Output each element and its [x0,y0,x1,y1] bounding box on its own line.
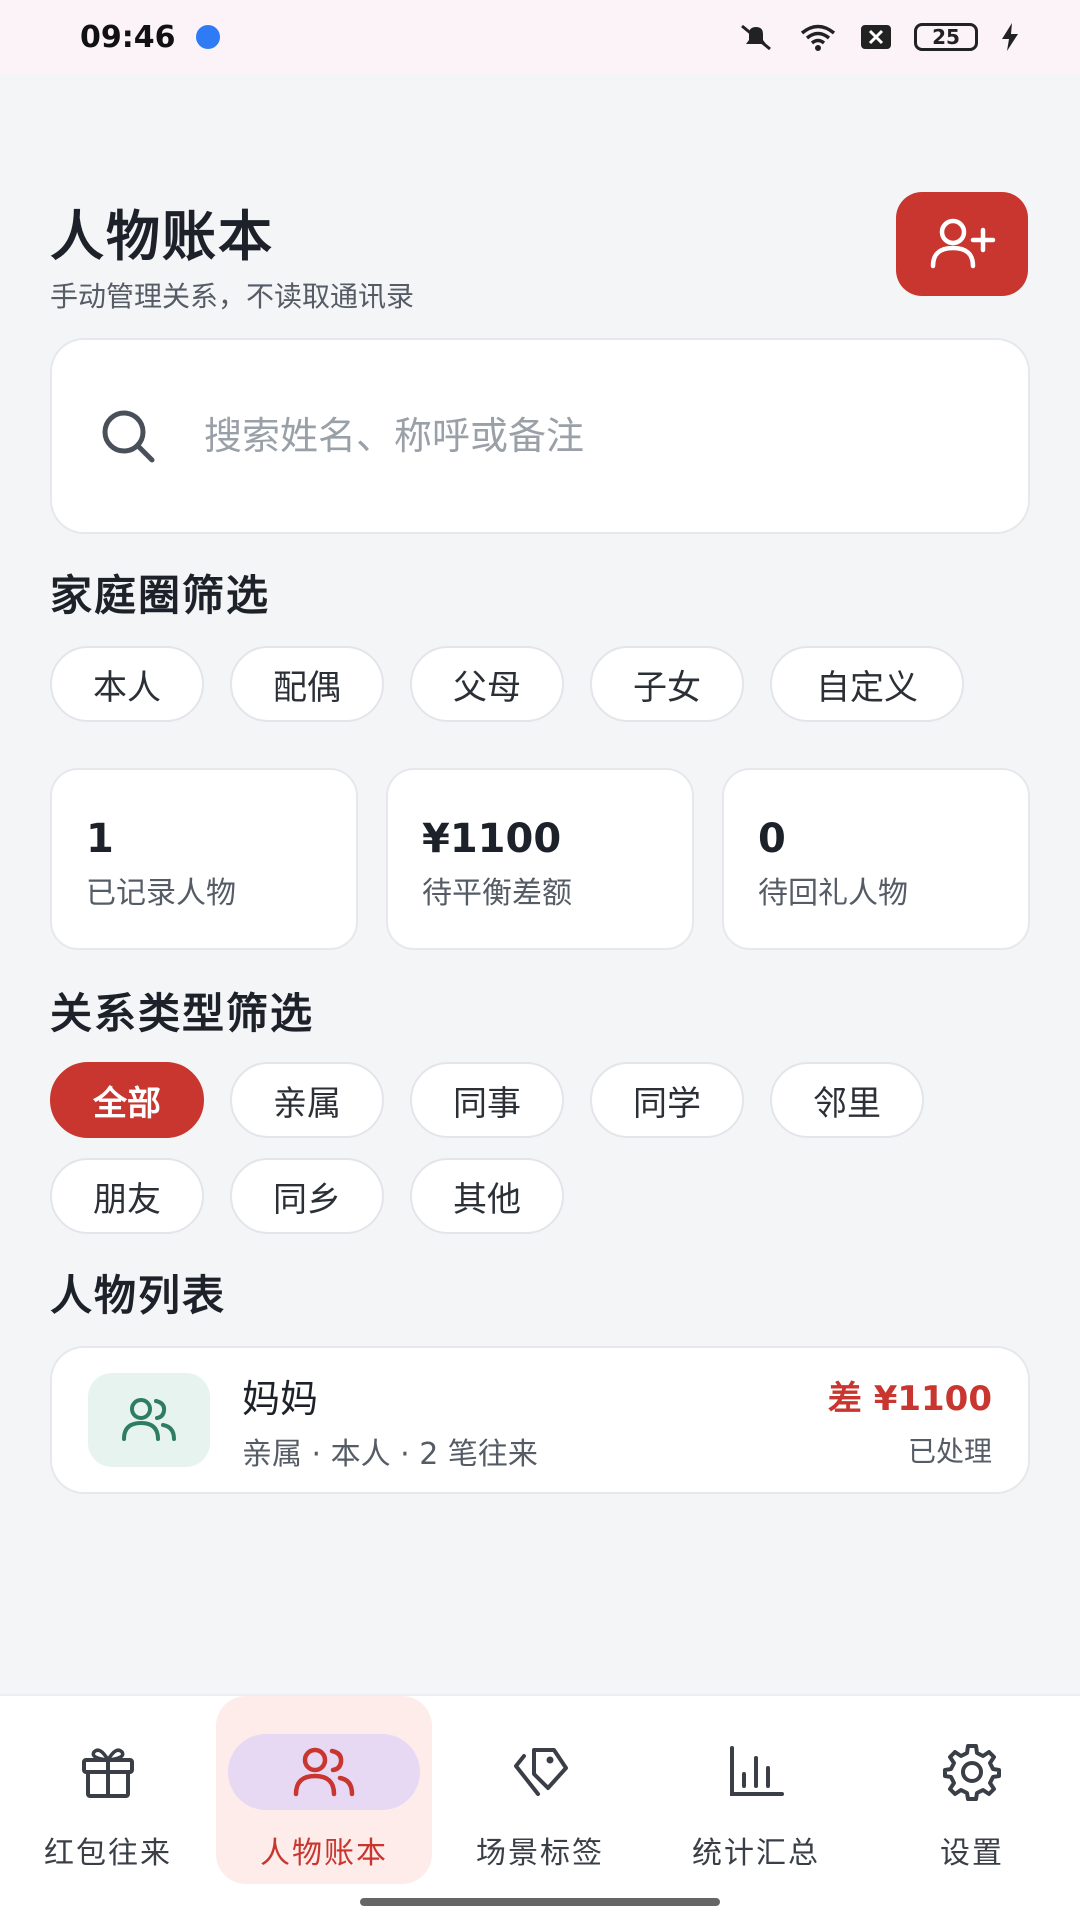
nav-item-scene-tags[interactable]: 场景标签 [432,1696,648,1886]
person-list-item[interactable]: 妈妈 亲属 · 本人 · 2 笔往来 差 ¥1100 已处理 [50,1346,1030,1494]
person-name: 妈妈 [242,1376,319,1421]
relation-chip-other[interactable]: 其他 [410,1158,564,1234]
home-indicator[interactable] [360,1898,720,1906]
gear-icon [943,1744,1001,1801]
battery-indicator: 25 [914,23,978,51]
nav-item-statistics[interactable]: 统计汇总 [648,1696,864,1886]
nav-label: 人物账本 [260,1836,388,1871]
family-chip-custom[interactable]: 自定义 [770,646,964,722]
stat-card-balance: ¥1100 待平衡差额 [386,768,694,950]
relation-chip-colleagues[interactable]: 同事 [410,1062,564,1138]
stat-label: 待平衡差额 [422,876,572,911]
person-diff-amount: 差 ¥1100 [827,1378,992,1419]
stat-label: 待回礼人物 [758,876,908,911]
family-filter-chips: 本人 配偶 父母 子女 自定义 [50,646,964,722]
avatar [88,1373,210,1467]
person-balance: 差 ¥1100 已处理 [828,1371,992,1470]
nav-label: 设置 [940,1836,1004,1871]
page-title: 人物账本 [50,205,274,268]
relation-filter-title: 关系类型筛选 [50,989,315,1038]
search-icon [96,404,160,468]
relation-chip-hometown[interactable]: 同乡 [230,1158,384,1234]
person-meta: 亲属 · 本人 · 2 笔往来 [242,1436,538,1472]
family-chip-children[interactable]: 子女 [590,646,744,722]
nav-label: 统计汇总 [692,1836,820,1871]
person-info: 妈妈 亲属 · 本人 · 2 笔往来 [242,1368,828,1473]
family-chip-spouse[interactable]: 配偶 [230,646,384,722]
family-chip-self[interactable]: 本人 [50,646,204,722]
relation-filter-chips-row2: 朋友 同乡 其他 [50,1158,564,1234]
nav-label: 场景标签 [476,1836,604,1871]
stats-row: 1 已记录人物 ¥1100 待平衡差额 0 待回礼人物 [50,768,1030,950]
add-person-button[interactable] [896,192,1028,296]
family-chip-parents[interactable]: 父母 [410,646,564,722]
nav-item-settings[interactable]: 设置 [864,1696,1080,1886]
status-bar: 09:46 25 [0,0,1080,74]
nav-label: 红包往来 [44,1836,172,1871]
relation-chip-classmates[interactable]: 同学 [590,1062,744,1138]
bar-chart-icon [730,1746,784,1796]
app-notification-icon [195,25,220,49]
search-input[interactable] [204,414,984,458]
stat-value: 1 [86,816,114,862]
stat-value: 0 [758,816,786,862]
gift-icon [82,1748,134,1798]
charging-icon [1002,23,1018,51]
nav-icon-container [876,1734,1068,1810]
nav-icon-container [660,1734,852,1810]
relation-chip-all[interactable]: 全部 [50,1062,204,1138]
status-time-group: 09:46 [80,20,220,55]
person-status: 已处理 [907,1434,992,1468]
users-icon [122,1398,176,1441]
nav-icon-container [228,1734,420,1810]
relation-chip-neighbors[interactable]: 邻里 [770,1062,924,1138]
stat-label: 已记录人物 [86,876,236,911]
relation-chip-relatives[interactable]: 亲属 [230,1062,384,1138]
page-header: 人物账本 手动管理关系，不读取通讯录 [50,192,1030,313]
bottom-nav: 红包往来 人物账本 场景标签 统计汇总 设置 [0,1694,1080,1920]
people-list-title: 人物列表 [50,1271,227,1320]
sim-x-icon [861,25,891,49]
nav-icon-container [12,1734,204,1810]
relation-chip-friends[interactable]: 朋友 [50,1158,204,1234]
tags-icon [514,1748,568,1796]
relation-filter-chips-row1: 全部 亲属 同事 同学 邻里 [50,1062,924,1138]
user-plus-icon [930,218,996,269]
nav-item-red-envelopes[interactable]: 红包往来 [0,1696,216,1886]
wifi-icon [800,24,836,51]
search-box[interactable] [50,338,1030,534]
page-subtitle: 手动管理关系，不读取通讯录 [50,280,415,313]
stat-value: ¥1100 [422,816,562,862]
mute-icon [741,24,771,51]
nav-icon-container [444,1734,636,1810]
stat-card-pending: 0 待回礼人物 [722,768,1030,950]
stat-card-recorded: 1 已记录人物 [50,768,358,950]
status-time: 09:46 [80,19,176,55]
status-icons: 25 [736,22,1020,52]
family-filter-title: 家庭圈筛选 [50,571,271,620]
nav-item-people-ledger[interactable]: 人物账本 [216,1696,432,1886]
users-icon [293,1747,355,1797]
